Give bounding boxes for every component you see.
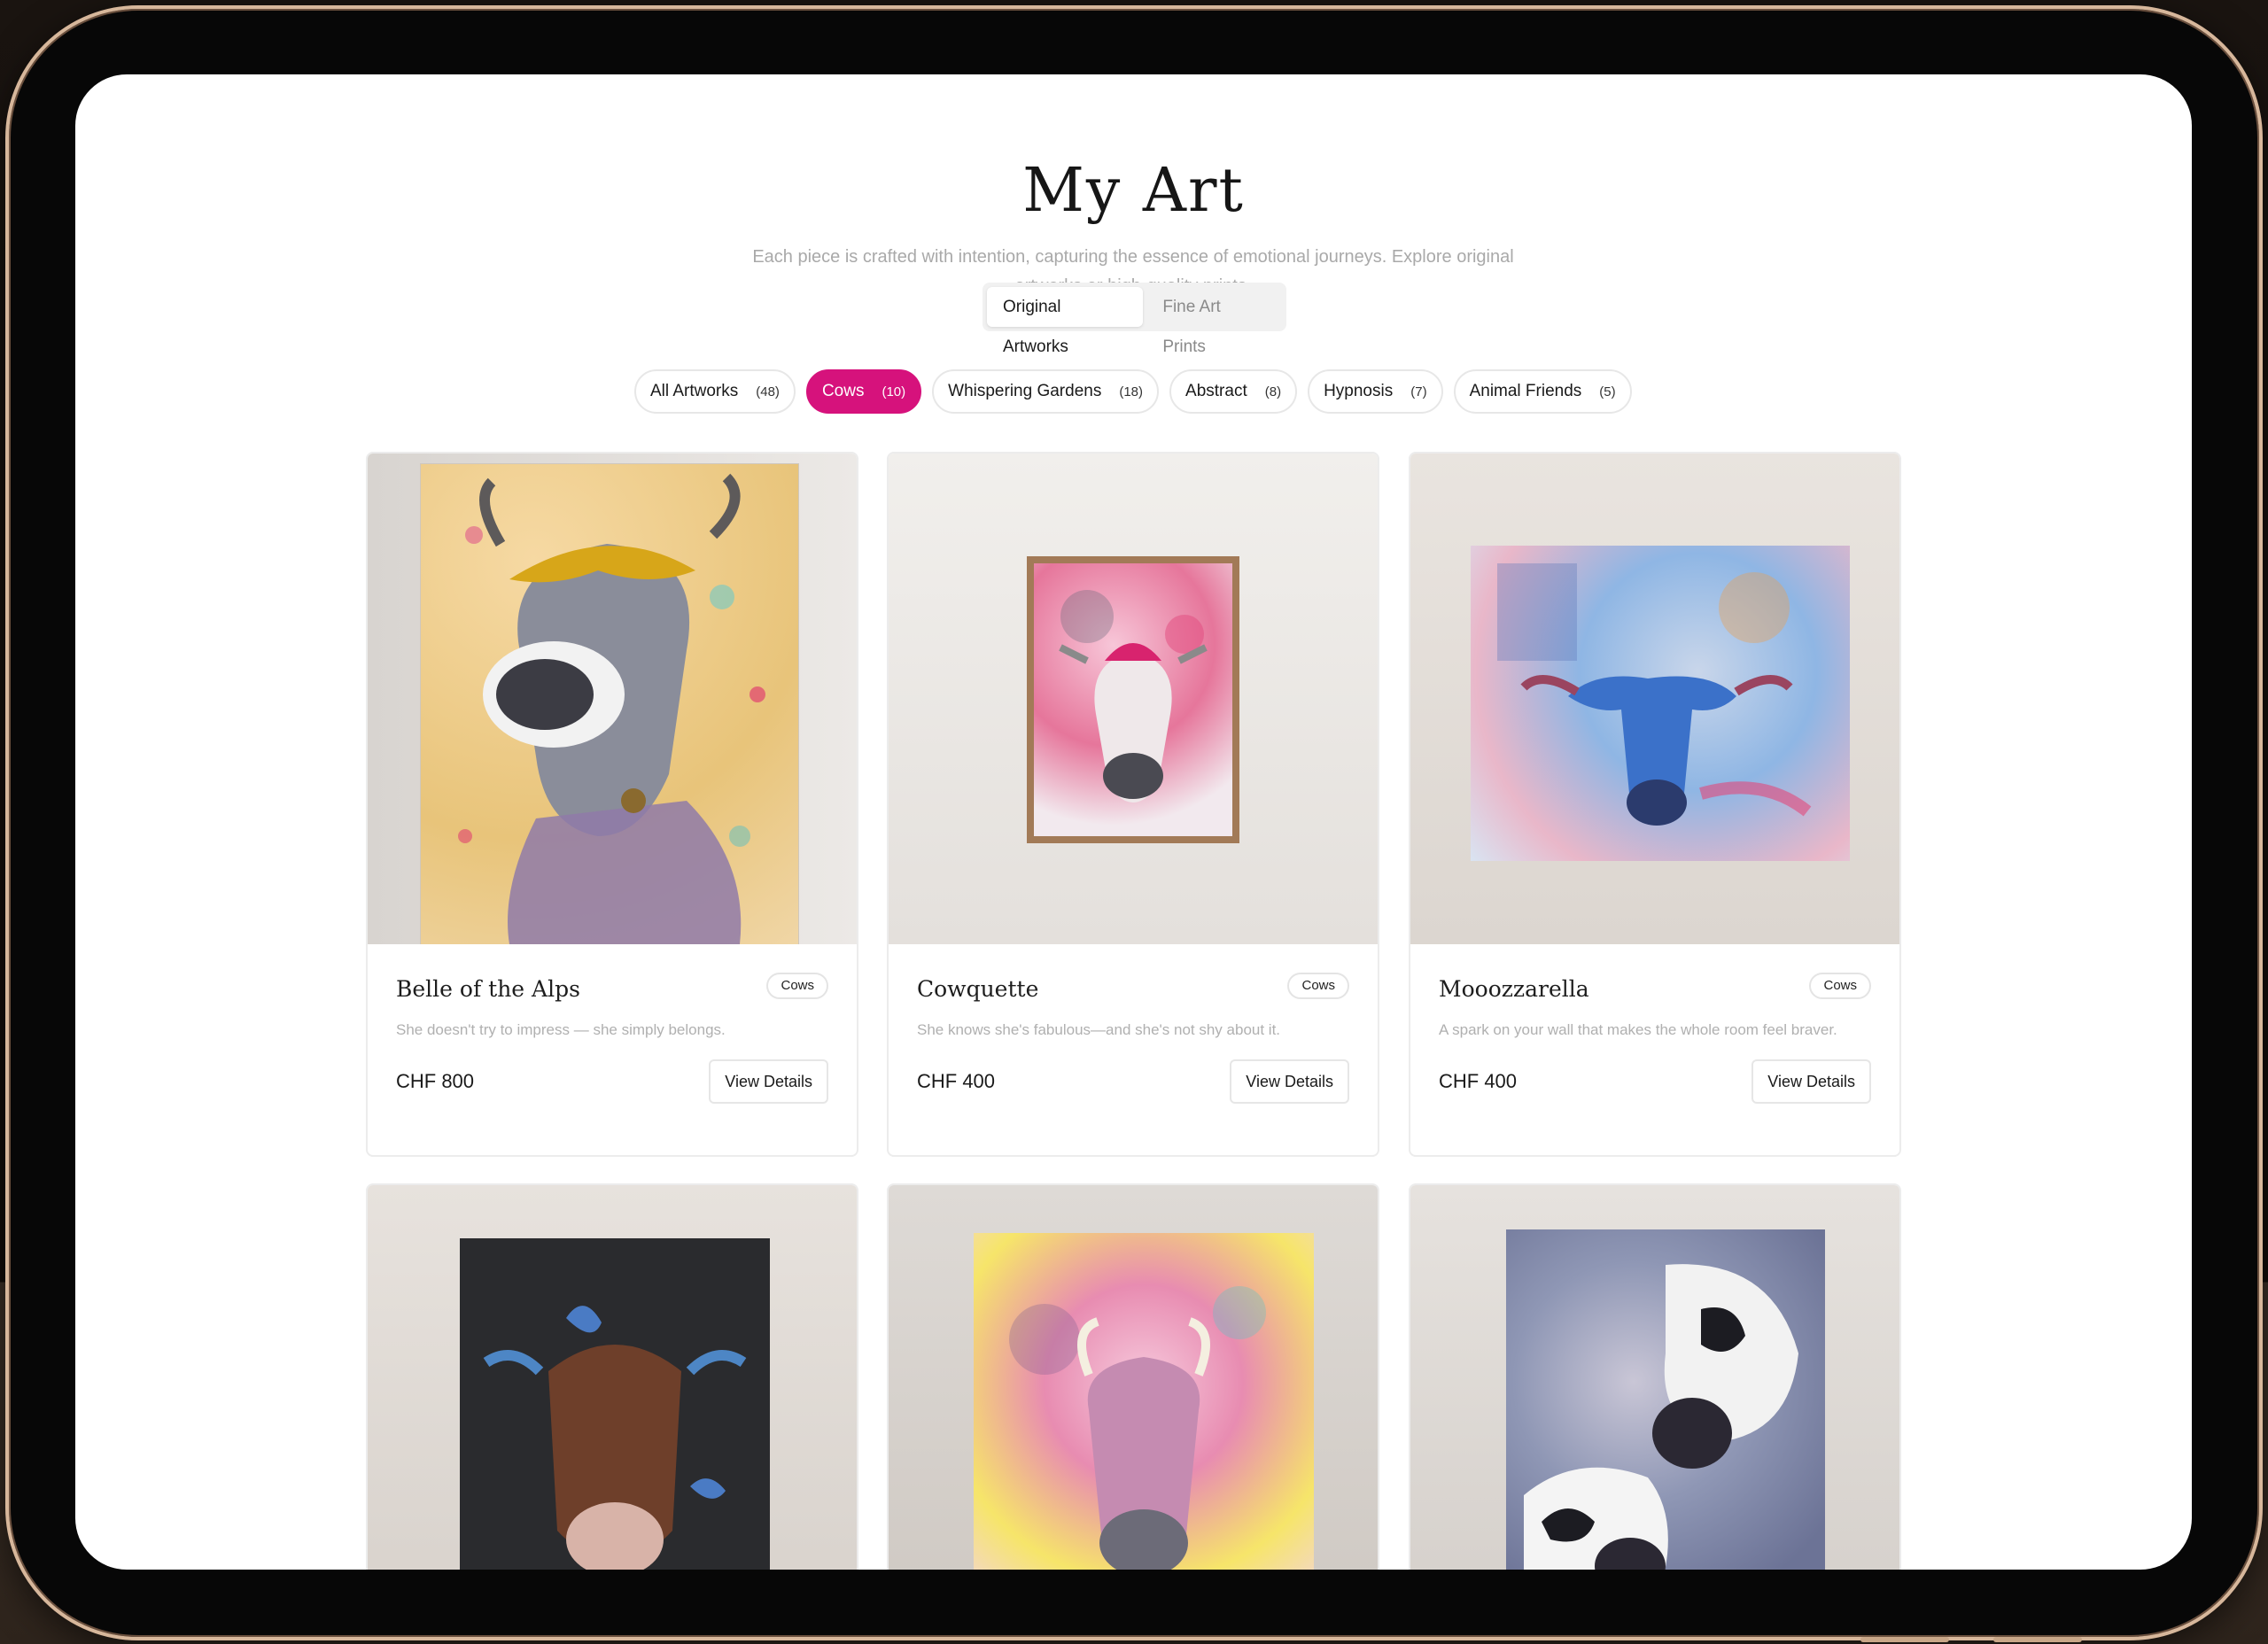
filter-count: (8) — [1264, 384, 1282, 399]
filter-count: (7) — [1410, 384, 1427, 399]
cow-painting — [1059, 590, 1208, 803]
filter-all-artworks[interactable]: All Artworks (48) — [634, 369, 796, 414]
artwork-card[interactable] — [1409, 1183, 1901, 1570]
filter-label: All Artworks — [650, 382, 739, 400]
artwork-image[interactable] — [368, 454, 857, 944]
artwork-tag: Cows — [1809, 973, 1871, 999]
category-filters: All Artworks (48) Cows (10) Whispering G… — [634, 369, 1632, 414]
artwork-price: CHF 400 — [917, 1070, 996, 1092]
filter-count: (18) — [1119, 384, 1144, 399]
device-button — [1860, 1637, 1949, 1642]
artwork-card[interactable]: Cowquette Cows She knows she's fabulous—… — [887, 452, 1379, 1157]
page-title: My Art — [1022, 156, 1245, 226]
artwork-price: CHF 400 — [1439, 1070, 1518, 1092]
artwork-card[interactable] — [887, 1183, 1379, 1570]
artwork-card[interactable] — [366, 1183, 858, 1570]
artwork-image[interactable] — [368, 1185, 857, 1570]
filter-count: (10) — [882, 384, 906, 399]
artwork-description: She doesn't try to impress — she simply … — [396, 1021, 726, 1038]
filter-label: Animal Friends — [1469, 382, 1582, 400]
view-details-button[interactable]: View Details — [1751, 1059, 1871, 1104]
filter-cows[interactable]: Cows (10) — [805, 369, 922, 414]
artwork-title: Belle of the Alps — [396, 976, 580, 1002]
artwork-title: Mooozzarella — [1439, 976, 1589, 1002]
artwork-type-toggle: Original Artworks Fine Art Prints — [983, 283, 1286, 356]
cow-painting — [483, 1306, 747, 1570]
filter-label: Cows — [821, 382, 865, 400]
artwork-image[interactable] — [889, 1185, 1378, 1570]
artwork-title: Cowquette — [917, 976, 1039, 1002]
artwork-image[interactable] — [1410, 1185, 1899, 1570]
toggle-fine-art-prints[interactable]: Fine Art Prints — [1146, 287, 1282, 356]
filter-hypnosis[interactable]: Hypnosis (7) — [1308, 369, 1443, 414]
artwork-image[interactable] — [1410, 454, 1899, 944]
cow-painting — [1524, 1264, 1798, 1570]
filter-count: (5) — [1599, 384, 1616, 399]
view-details-button[interactable]: View Details — [709, 1059, 828, 1104]
artwork-tag: Cows — [766, 973, 828, 999]
artwork-card[interactable]: Mooozzarella Cows A spark on your wall t… — [1409, 452, 1901, 1157]
artwork-description: A spark on your wall that makes the whol… — [1439, 1021, 1837, 1038]
artwork-card[interactable]: Belle of the Alps Cows She doesn't try t… — [366, 452, 858, 1157]
cow-painting — [1009, 1286, 1266, 1570]
toggle-original-artworks[interactable]: Original Artworks — [987, 287, 1144, 356]
artwork-price: CHF 800 — [396, 1070, 475, 1092]
filter-whispering-gardens[interactable]: Whispering Gardens (18) — [932, 369, 1160, 414]
artwork-image[interactable] — [889, 454, 1378, 944]
artwork-description: She knows she's fabulous—and she's not s… — [917, 1021, 1281, 1038]
filter-label: Hypnosis — [1324, 382, 1394, 400]
screen: My Art Each piece is crafted with intent… — [75, 74, 2192, 1570]
filter-label: Abstract — [1185, 382, 1247, 400]
filter-animal-friends[interactable]: Animal Friends (5) — [1453, 369, 1632, 414]
cow-painting — [458, 473, 765, 944]
filter-abstract[interactable]: Abstract (8) — [1169, 369, 1298, 414]
artwork-tag: Cows — [1287, 973, 1349, 999]
cow-painting — [1497, 563, 1812, 826]
filter-count: (48) — [756, 384, 780, 399]
device-button — [1993, 1637, 2082, 1642]
view-details-button[interactable]: View Details — [1230, 1059, 1349, 1104]
filter-label: Whispering Gardens — [948, 382, 1102, 400]
